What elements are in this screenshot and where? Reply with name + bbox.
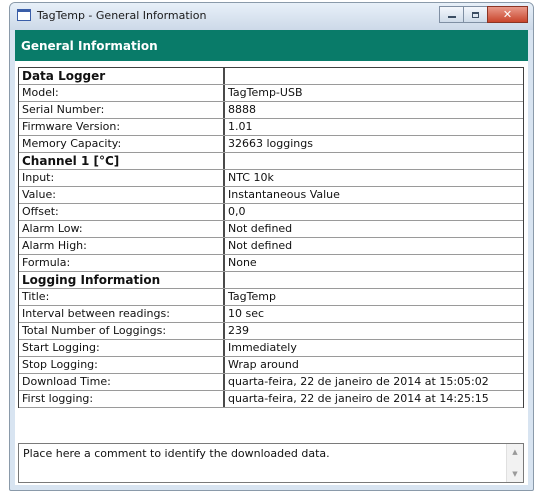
minimize-icon (447, 16, 456, 18)
property-label: Alarm High: (19, 238, 225, 254)
property-label: Input: (19, 170, 225, 186)
property-value[interactable]: 10 sec (225, 306, 523, 322)
property-row[interactable]: Interval between readings: 10 sec (19, 306, 523, 323)
section-value-empty (225, 153, 523, 169)
property-label: Stop Logging: (19, 357, 225, 373)
header-title: General Information (21, 39, 158, 53)
property-row[interactable]: Alarm High: Not defined (19, 238, 523, 255)
property-value[interactable]: None (225, 255, 523, 271)
property-label: Value: (19, 187, 225, 203)
property-value[interactable]: TagTemp-USB (225, 85, 523, 101)
comment-field[interactable]: Place here a comment to identify the dow… (18, 443, 524, 483)
scroll-down-icon[interactable]: ▼ (507, 466, 523, 482)
property-label: First logging: (19, 391, 225, 407)
property-label: Download Time: (19, 374, 225, 390)
maximize-icon (472, 11, 479, 18)
property-row[interactable]: Download Time: quarta-feira, 22 de janeir… (19, 374, 523, 391)
property-label: Interval between readings: (19, 306, 225, 322)
property-value[interactable]: Immediately (225, 340, 523, 356)
property-row[interactable]: Input: NTC 10k (19, 170, 523, 187)
property-label: Alarm Low: (19, 221, 225, 237)
property-row[interactable]: Offset: 0,0 (19, 204, 523, 221)
comment-scrollbar[interactable]: ▲ ▼ (506, 444, 523, 482)
property-value[interactable]: 1.01 (225, 119, 523, 135)
header-band: General Information (15, 30, 528, 61)
property-value[interactable]: 0,0 (225, 204, 523, 220)
property-label: Serial Number: (19, 102, 225, 118)
property-label: Start Logging: (19, 340, 225, 356)
section-header-row: Channel 1 [°C] (19, 153, 523, 170)
property-value[interactable]: 239 (225, 323, 523, 339)
close-button[interactable]: ✕ (487, 6, 528, 23)
maximize-button[interactable] (463, 6, 488, 23)
close-icon: ✕ (502, 8, 513, 21)
property-row[interactable]: Serial Number: 8888 (19, 102, 523, 119)
section-value-empty (225, 272, 523, 288)
property-value[interactable]: NTC 10k (225, 170, 523, 186)
property-row[interactable]: Total Number of Loggings: 239 (19, 323, 523, 340)
section-value-empty (225, 68, 523, 84)
property-value[interactable]: Instantaneous Value (225, 187, 523, 203)
comment-text[interactable]: Place here a comment to identify the dow… (23, 447, 330, 460)
information-grid: Data Logger Model: TagTemp-USB Serial Numbe… (18, 67, 524, 408)
section-title: Logging Information (19, 272, 225, 288)
property-value[interactable]: quarta-feira, 22 de janeiro de 2014 at 1… (225, 391, 523, 407)
section-header-row: Data Logger (19, 68, 523, 85)
section-title: Channel 1 [°C] (19, 153, 225, 169)
property-row[interactable]: Stop Logging: Wrap around (19, 357, 523, 374)
property-row[interactable]: Memory Capacity: 32663 loggings (19, 136, 523, 153)
property-value[interactable]: Not defined (225, 238, 523, 254)
property-row[interactable]: Start Logging: Immediately (19, 340, 523, 357)
window-title: TagTemp - General Information (37, 9, 207, 22)
property-value[interactable]: Not defined (225, 221, 523, 237)
property-label: Formula: (19, 255, 225, 271)
property-row[interactable]: Title: TagTemp (19, 289, 523, 306)
section-header-row: Logging Information (19, 272, 523, 289)
property-label: Firmware Version: (19, 119, 225, 135)
property-label: Title: (19, 289, 225, 305)
property-row[interactable]: Firmware Version: 1.01 (19, 119, 523, 136)
property-label: Total Number of Loggings: (19, 323, 225, 339)
caption-buttons: ✕ (439, 6, 528, 23)
property-value[interactable]: 32663 loggings (225, 136, 523, 152)
property-row[interactable]: First logging: quarta-feira, 22 de janeir… (19, 391, 523, 408)
property-label: Model: (19, 85, 225, 101)
scroll-up-icon[interactable]: ▲ (507, 444, 523, 460)
minimize-button[interactable] (439, 6, 464, 23)
property-value[interactable]: TagTemp (225, 289, 523, 305)
property-value[interactable]: 8888 (225, 102, 523, 118)
window-content: General Information Data Logger Model: Tag… (15, 30, 528, 485)
property-row[interactable]: Formula: None (19, 255, 523, 272)
property-value[interactable]: Wrap around (225, 357, 523, 373)
general-information-window: TagTemp - General Information ✕ General … (9, 2, 534, 491)
title-bar[interactable]: TagTemp - General Information ✕ (10, 3, 533, 30)
property-row[interactable]: Alarm Low: Not defined (19, 221, 523, 238)
property-row[interactable]: Model: TagTemp-USB (19, 85, 523, 102)
tagtemp-app-icon (17, 9, 31, 21)
property-label: Memory Capacity: (19, 136, 225, 152)
property-label: Offset: (19, 204, 225, 220)
property-row[interactable]: Value: Instantaneous Value (19, 187, 523, 204)
property-value[interactable]: quarta-feira, 22 de janeiro de 2014 at 1… (225, 374, 523, 390)
section-title: Data Logger (19, 68, 225, 84)
